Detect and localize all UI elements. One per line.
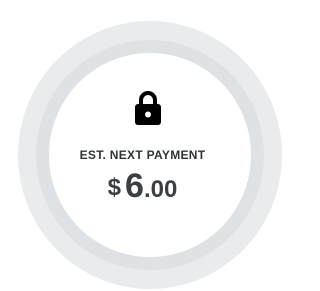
currency-symbol: $ bbox=[107, 174, 122, 201]
amount-whole: 6 bbox=[125, 167, 144, 205]
payment-widget: EST. NEXT PAYMENT $6.00 bbox=[0, 0, 285, 291]
lock-icon bbox=[135, 91, 161, 125]
payment-amount: $6.00 bbox=[0, 169, 285, 203]
amount-cents: .00 bbox=[143, 176, 178, 203]
est-next-payment-label: EST. NEXT PAYMENT bbox=[79, 148, 206, 162]
